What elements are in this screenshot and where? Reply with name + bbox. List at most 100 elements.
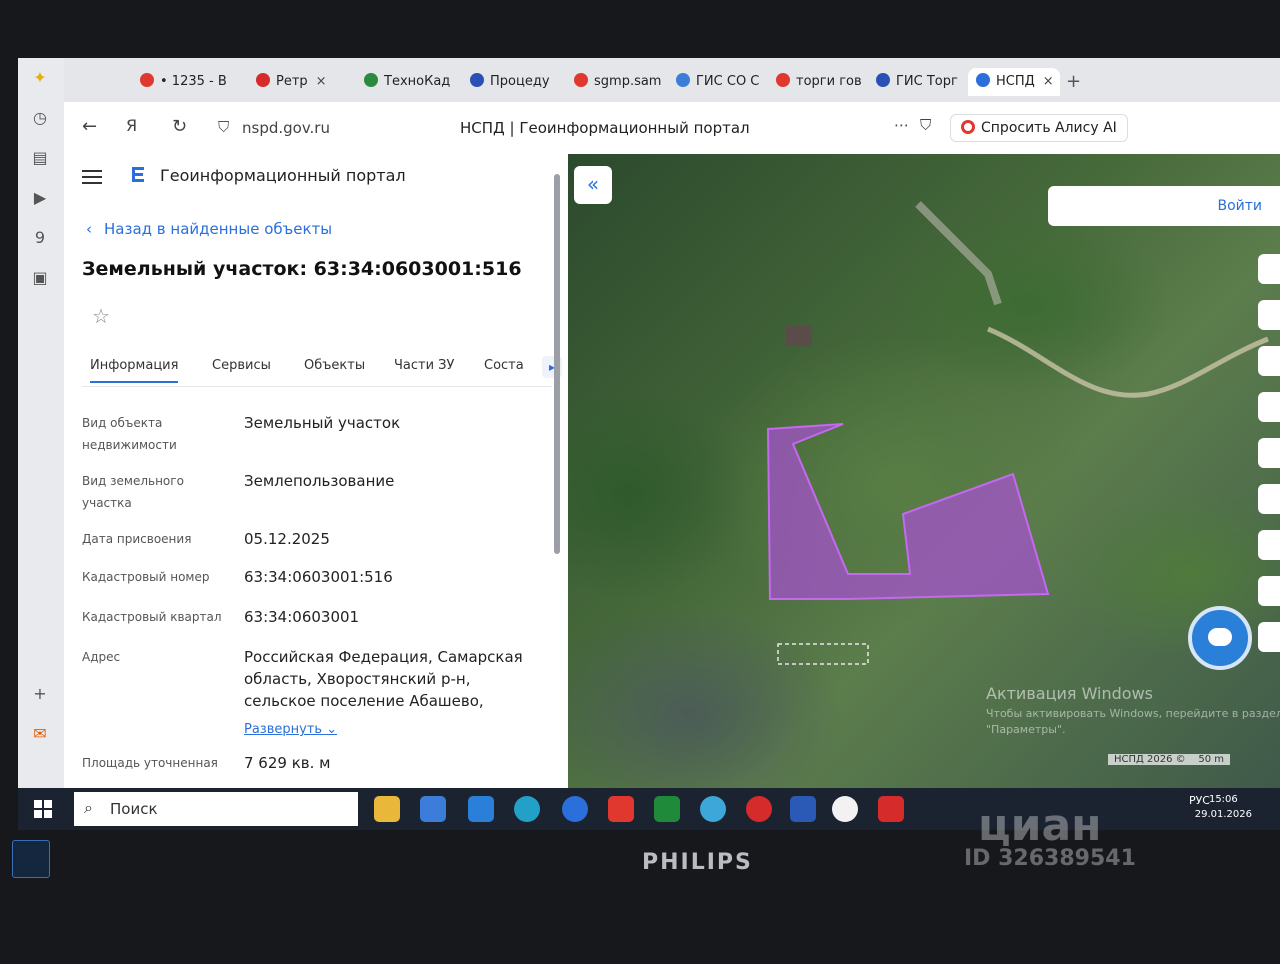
screenshot-icon[interactable]: ▣: [28, 266, 52, 290]
alisa-label: Спросить Алису AI: [981, 120, 1117, 136]
bookmark-icon[interactable]: ⛉: [920, 116, 931, 134]
tab-parts[interactable]: Части ЗУ: [394, 358, 454, 373]
app-icon[interactable]: [700, 796, 726, 822]
back-arrow-icon[interactable]: ←: [82, 116, 97, 137]
row-label: Площадь уточненная: [82, 756, 218, 770]
panel-scrollbar[interactable]: [554, 174, 560, 554]
row-value: 63:34:0603001: [244, 608, 360, 626]
tab-favicon: [256, 73, 270, 87]
tab-label: торги гов: [796, 74, 862, 89]
satellite-map[interactable]: « Войти Активация Windows Чтобы активиро…: [568, 154, 1280, 788]
tab-4[interactable]: Процеду: [470, 68, 566, 96]
tab-label: Ретр: [276, 74, 308, 89]
row-cadastral-quarter: Кадастровый квартал 63:34:0603001: [82, 606, 552, 630]
tab-composition[interactable]: Соста: [484, 358, 534, 373]
row-date: Дата присвоения 05.12.2025: [82, 528, 552, 552]
history-icon[interactable]: ◷: [28, 106, 52, 130]
tool-1-icon[interactable]: [1258, 254, 1280, 284]
mail-icon[interactable]: ✉: [28, 722, 52, 746]
tool-3-icon[interactable]: [1258, 346, 1280, 376]
row-label: Вид объекта недвижимости: [82, 416, 177, 452]
row-object-type: Вид объекта недвижимости Земельный участ…: [82, 412, 552, 456]
tab-label: ТехноКад: [384, 74, 451, 89]
tab-objects[interactable]: Объекты: [304, 358, 365, 373]
alisa-icon: [961, 120, 975, 134]
login-button[interactable]: Войти: [1217, 198, 1262, 214]
zoom-out-icon[interactable]: [1258, 622, 1280, 652]
tab-close-icon[interactable]: ×: [1043, 74, 1054, 89]
yandex-icon[interactable]: Я: [126, 116, 137, 135]
tab-label: sgmp.sam: [594, 74, 662, 89]
land-parcel-polygon[interactable]: [766, 423, 1050, 600]
monitor-brand: PHILIPS: [642, 850, 753, 875]
tab-favicon: [976, 73, 990, 87]
tab-services[interactable]: Сервисы: [212, 358, 271, 373]
tab-1[interactable]: • 1235 - В: [140, 68, 240, 96]
tool-6-icon[interactable]: [1258, 484, 1280, 514]
row-value: 7 629 кв. м: [244, 754, 331, 772]
tool-7-icon[interactable]: [1258, 530, 1280, 560]
chat-icon: [1208, 628, 1232, 646]
tab-favicon: [364, 73, 378, 87]
tool-4-icon[interactable]: [1258, 392, 1280, 422]
pdf-icon[interactable]: [878, 796, 904, 822]
tool-2-icon[interactable]: [1258, 300, 1280, 330]
opera-icon[interactable]: [746, 796, 772, 822]
tab-6[interactable]: ГИС СО С: [676, 68, 770, 96]
store-icon[interactable]: [420, 796, 446, 822]
row-value: Земельный участок: [244, 414, 401, 432]
cian-watermark: циан: [978, 800, 1102, 851]
menu-icon[interactable]: [82, 166, 102, 188]
media-icon[interactable]: ▶: [28, 186, 52, 210]
address-bar: ← Я ↻ ⛉ nspd.gov.ru НСПД | Геоинформацио…: [64, 102, 1280, 155]
nine-icon[interactable]: 9: [28, 226, 52, 250]
chat-button[interactable]: [1188, 606, 1252, 670]
tab-close-icon[interactable]: ×: [316, 74, 327, 89]
yandex-browser-icon[interactable]: [832, 796, 858, 822]
url-field[interactable]: ⛉ nspd.gov.ru НСПД | Геоинформационный п…: [214, 111, 854, 145]
new-tab-button[interactable]: +: [1066, 68, 1086, 96]
tab-3[interactable]: ТехноКад: [364, 68, 460, 96]
row-value: Российская Федерация, Самарская область,…: [244, 648, 523, 710]
tab-information[interactable]: Информация: [90, 358, 179, 383]
clock-time: 15:06: [1208, 794, 1238, 805]
favorite-star-icon[interactable]: ☆: [92, 304, 110, 328]
url-domain: nspd.gov.ru: [242, 119, 330, 137]
ask-alisa-button[interactable]: Спросить Алису AI: [950, 114, 1128, 142]
info-panel: Геоинформационный портал ‹ Назад в найден…: [64, 154, 568, 788]
chevron-left-icon: ‹: [86, 220, 92, 238]
tray-clock[interactable]: 15:06 29.01.2026: [1195, 792, 1252, 822]
collections-icon[interactable]: ▤: [28, 146, 52, 170]
reload-icon[interactable]: ↻: [172, 116, 187, 137]
tab-5[interactable]: sgmp.sam: [574, 68, 670, 96]
collapse-panel-button[interactable]: «: [574, 166, 612, 204]
excel-icon[interactable]: [654, 796, 680, 822]
more-icon[interactable]: ⋯: [894, 116, 909, 134]
portal-logo-icon: [132, 167, 144, 182]
zoom-in-icon[interactable]: [1258, 576, 1280, 606]
add-panel-icon[interactable]: +: [28, 682, 52, 706]
edge-icon[interactable]: [514, 796, 540, 822]
tool-5-icon[interactable]: [1258, 438, 1280, 468]
explorer-icon[interactable]: [374, 796, 400, 822]
sidebar-star-icon[interactable]: ✦: [28, 66, 52, 90]
tab-2[interactable]: Ретр ×: [256, 68, 346, 96]
taskbar-search[interactable]: ⌕ Поиск: [74, 792, 358, 826]
row-label: Адрес: [82, 650, 121, 664]
clock-date: 29.01.2026: [1194, 809, 1252, 820]
shield-icon: ⛉: [218, 118, 230, 136]
windows-start-icon[interactable]: [34, 800, 52, 818]
map-overlay: [766, 201, 1269, 665]
ie-icon[interactable]: [562, 796, 588, 822]
back-to-results-link[interactable]: ‹ Назад в найденные объекты: [86, 220, 332, 238]
tab-8[interactable]: ГИС Торг: [876, 68, 966, 96]
tab-strip: • 1235 - В Ретр × ТехноКад Процеду sgmp.s…: [64, 58, 1280, 102]
expand-address-link[interactable]: Развернуть ⌄: [244, 722, 337, 737]
row-label: Вид земельного участка: [82, 474, 184, 510]
login-bar: Войти: [1048, 186, 1280, 226]
word-icon[interactable]: [790, 796, 816, 822]
tab-7[interactable]: торги гов: [776, 68, 872, 96]
mail-app-icon[interactable]: [468, 796, 494, 822]
yandex-app-icon[interactable]: [608, 796, 634, 822]
tab-nspd[interactable]: НСПД ×: [968, 68, 1060, 96]
